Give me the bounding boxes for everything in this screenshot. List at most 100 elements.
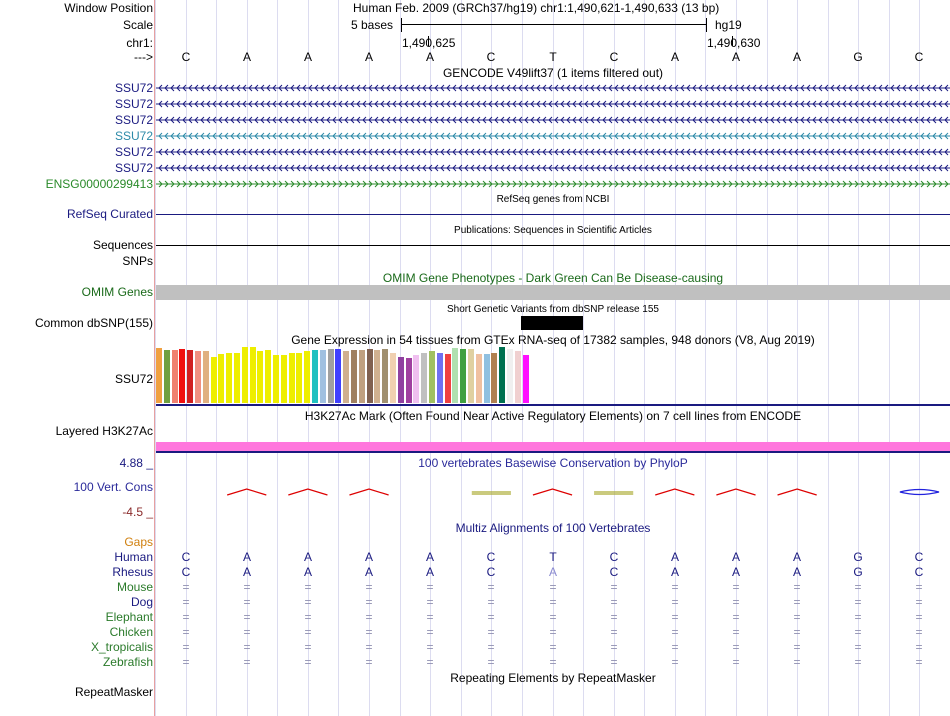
gtex-tissue-bar[interactable] [452,348,459,403]
gene-label[interactable]: ENSG00000299413 [46,177,153,191]
gtex-tissue-bar[interactable] [319,350,326,403]
species-label[interactable]: Elephant [106,610,153,624]
gtex-tissue-bar[interactable] [257,351,264,403]
species-label[interactable]: Human [114,550,153,564]
species-label[interactable]: Mouse [117,580,153,594]
gene-label[interactable]: SSU72 [115,129,153,143]
gtex-tissue-bar[interactable] [390,353,396,403]
phylop-label[interactable]: 100 Vert. Cons [74,480,153,494]
omim-feature-bar[interactable] [156,285,950,300]
snps-label[interactable]: SNPs [122,254,153,268]
gtex-tissue-bar[interactable] [366,349,373,403]
gene-label[interactable]: SSU72 [115,81,153,95]
gtex-tissue-bar[interactable] [491,353,498,403]
gtex-tissue-bar[interactable] [358,350,365,403]
gtex-tissue-bar[interactable] [507,349,513,403]
species-label[interactable]: Rhesus [112,565,153,579]
gtex-tissue-bar[interactable] [226,353,233,403]
gtex-tissue-bar[interactable] [499,347,506,403]
sequences-track-line [156,245,950,246]
gene-feature-line[interactable] [156,83,950,93]
gtex-tissue-bar[interactable] [413,355,420,403]
base-letter: A [731,50,740,64]
gtex-tissue-bar[interactable] [397,357,404,403]
alignment-base: = [732,595,740,609]
phylop-min-label: -4.5 _ [122,505,153,519]
gtex-tissue-bar[interactable] [429,351,435,403]
gtex-tissue-bar[interactable] [514,351,521,403]
gtex-tissue-bar[interactable] [343,351,350,403]
refseq-label[interactable]: RefSeq Curated [67,207,153,221]
gene-label[interactable]: SSU72 [115,113,153,127]
gtex-tissue-bar[interactable] [210,357,217,403]
alignment-base: = [365,595,373,609]
omim-label[interactable]: OMIM Genes [82,285,153,299]
gene-label[interactable]: SSU72 [115,145,153,159]
gtex-tissue-bar[interactable] [405,358,412,403]
gene-feature-line[interactable] [156,179,950,189]
alignment-base: = [304,580,312,594]
gtex-tissue-bar[interactable] [312,350,318,403]
gtex-tissue-bar[interactable] [218,354,225,403]
alignment-base: = [854,625,862,639]
h3k27ac-signal-bar[interactable] [156,442,950,451]
gene-label[interactable]: SSU72 [115,97,153,111]
gene-feature-line[interactable] [156,147,950,157]
gtex-tissue-bar[interactable] [202,351,209,403]
gtex-tissue-bar[interactable] [241,347,248,403]
gtex-tissue-bar[interactable] [460,349,467,403]
gtex-tissue-bar[interactable] [296,353,303,403]
gtex-tissue-bar[interactable] [475,354,482,403]
gtex-tissue-bar[interactable] [382,349,389,403]
species-label[interactable]: Zebrafish [103,655,153,669]
genome-browser-image[interactable]: Window Position Human Feb. 2009 (GRCh37/… [0,0,950,716]
gtex-tissue-bar[interactable] [288,353,295,403]
gene-feature-line[interactable] [156,131,950,141]
gtex-tissue-bar[interactable] [468,349,474,403]
gtex-tissue-bar[interactable] [374,350,381,403]
gtex-tissue-bar[interactable] [187,350,194,403]
sequences-label[interactable]: Sequences [93,238,153,252]
gtex-tissue-bar[interactable] [265,350,272,403]
gtex-tissue-bar[interactable] [327,349,334,403]
alignment-base: A [364,565,373,579]
species-label[interactable]: X_tropicalis [91,640,153,654]
repeatmasker-label[interactable]: RepeatMasker [75,685,153,699]
gtex-tissue-bar[interactable] [522,355,529,403]
h3k27ac-label[interactable]: Layered H3K27Ac [56,424,153,438]
gtex-label[interactable]: SSU72 [115,372,153,386]
gtex-tissue-bar[interactable] [280,355,287,403]
dbsnp-title: Short Genetic Variants from dbSNP releas… [447,304,659,315]
gtex-tissue-bar[interactable] [163,350,170,403]
dbsnp-label[interactable]: Common dbSNP(155) [35,316,153,330]
gtex-tissue-bar[interactable] [483,354,490,403]
species-label[interactable]: Dog [131,595,153,609]
gtex-tissue-bar[interactable] [421,353,428,403]
gtex-tissue-bar[interactable] [273,355,279,403]
gene-feature-line[interactable] [156,99,950,109]
gtex-tissue-bar[interactable] [351,350,357,403]
species-label[interactable]: Chicken [110,625,153,639]
gtex-tissue-bar[interactable] [195,351,201,403]
h3k27ac-separator [156,451,950,453]
gtex-tissue-bar[interactable] [436,353,443,403]
gtex-tissue-bar[interactable] [304,351,311,403]
gtex-tissue-bar[interactable] [249,347,256,403]
gtex-tissue-bar[interactable] [171,350,178,403]
gene-label[interactable]: SSU72 [115,161,153,175]
alignment-base: = [915,580,923,594]
dbsnp-variant-block[interactable] [521,316,583,330]
gtex-tissue-bar[interactable] [444,354,451,403]
gene-feature-line[interactable] [156,115,950,125]
gtex-tissue-bar[interactable] [234,353,240,403]
alignment-base: C [609,550,619,564]
gtex-tissue-bar[interactable] [335,349,342,403]
gene-feature-line[interactable] [156,163,950,173]
alignment-base: = [915,640,923,654]
gtex-tissue-bar[interactable] [179,349,186,403]
alignment-base: A [670,550,679,564]
phylop-conservation-plot[interactable] [156,470,950,520]
gtex-tissue-bar[interactable] [156,348,162,403]
alignment-base: = [671,640,679,654]
gaps-label[interactable]: Gaps [124,535,153,549]
